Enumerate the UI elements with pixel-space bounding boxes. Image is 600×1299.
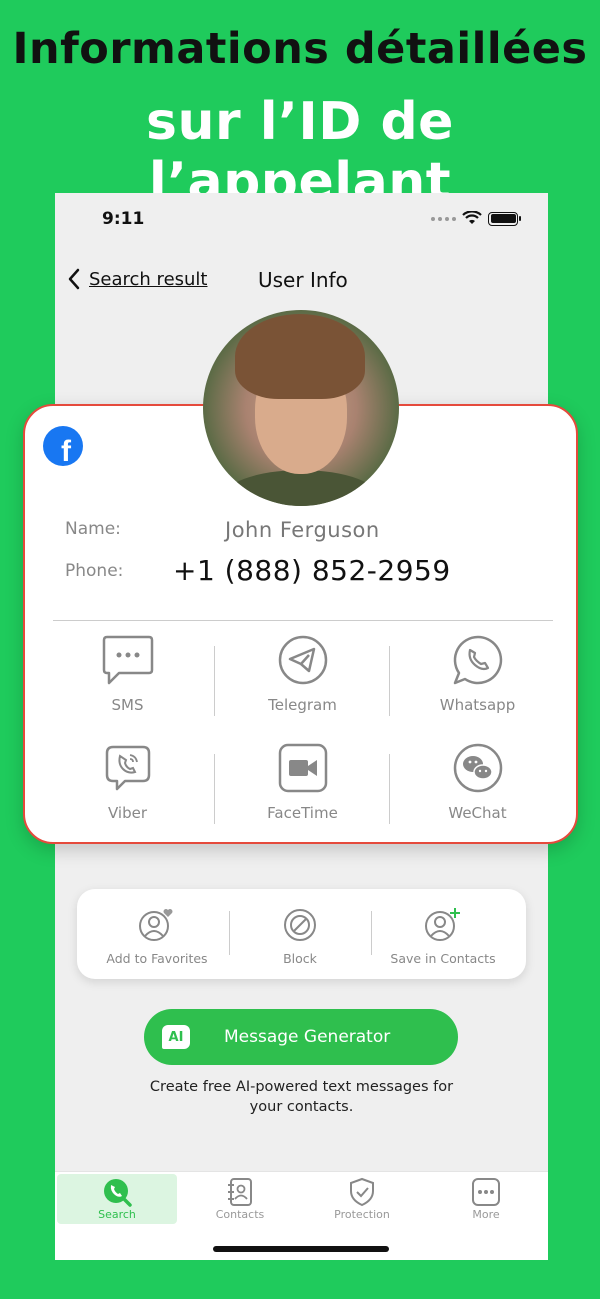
facetime-button[interactable]: FaceTime	[215, 740, 390, 822]
facebook-icon: f	[43, 426, 83, 466]
wechat-button[interactable]: WeChat	[390, 740, 565, 822]
tab-bar: Search Contacts Protection More	[55, 1171, 548, 1260]
battery-icon	[488, 211, 521, 226]
tab-more-label: More	[472, 1208, 500, 1221]
back-button[interactable]: Search result	[67, 268, 208, 290]
status-icons	[431, 211, 521, 226]
status-time: 9:11	[102, 209, 145, 229]
ai-chat-icon: AI	[162, 1025, 190, 1049]
signal-icon	[431, 216, 456, 221]
tab-protection-label: Protection	[334, 1208, 390, 1221]
add-to-favorites-label: Add to Favorites	[106, 951, 208, 966]
tab-search-label: Search	[98, 1208, 136, 1221]
sms-label: SMS	[111, 696, 144, 714]
block-button[interactable]: Block	[225, 889, 375, 979]
promo-title-line-1: Informations détaillées	[12, 24, 588, 74]
contact-phone[interactable]: +1 (888) 852-2959	[173, 554, 451, 587]
whatsapp-label: Whatsapp	[439, 696, 516, 714]
tab-search[interactable]: Search	[57, 1174, 177, 1224]
tab-more[interactable]: More	[426, 1174, 546, 1224]
wechat-icon	[453, 743, 502, 793]
add-contact-icon	[425, 908, 460, 941]
message-generator-description: Create free AI-powered text messages for…	[149, 1079, 454, 1115]
block-label: Block	[283, 951, 317, 966]
viber-label: Viber	[107, 804, 148, 822]
favorite-user-icon	[139, 909, 173, 941]
whatsapp-button[interactable]: Whatsapp	[390, 632, 565, 714]
back-label: Search result	[89, 268, 208, 290]
message-generator-button[interactable]: AI Message Generator	[144, 1009, 458, 1065]
save-in-contacts-label: Save in Contacts	[390, 951, 496, 966]
tab-contacts[interactable]: Contacts	[180, 1174, 300, 1224]
phone-search-icon	[104, 1179, 132, 1207]
telegram-label: Telegram	[268, 696, 337, 714]
sms-button[interactable]: SMS	[40, 632, 215, 714]
tab-contacts-label: Contacts	[215, 1208, 265, 1221]
contacts-icon	[228, 1178, 252, 1206]
page-title: User Info	[258, 268, 348, 292]
divider	[53, 620, 553, 621]
viber-icon	[105, 745, 150, 791]
add-to-favorites-button[interactable]: Add to Favorites	[82, 889, 232, 979]
contact-actions: Add to Favorites Block Save in Contacts	[77, 889, 526, 979]
sms-icon	[102, 635, 153, 685]
facetime-icon	[278, 743, 327, 793]
telegram-icon	[278, 635, 327, 685]
tab-protection[interactable]: Protection	[302, 1174, 422, 1224]
avatar	[203, 310, 399, 506]
telegram-button[interactable]: Telegram	[215, 632, 390, 714]
block-icon	[284, 909, 316, 941]
contact-name: John Ferguson	[225, 518, 380, 542]
phone-label: Phone:	[65, 561, 124, 581]
viber-button[interactable]: Viber	[40, 740, 215, 822]
name-label: Name:	[65, 519, 121, 539]
shield-icon	[350, 1177, 374, 1207]
home-indicator[interactable]	[213, 1246, 389, 1252]
whatsapp-icon	[453, 635, 502, 685]
chevron-left-icon	[68, 268, 80, 290]
more-icon	[472, 1178, 500, 1206]
wechat-label: WeChat	[448, 804, 507, 822]
save-in-contacts-button[interactable]: Save in Contacts	[368, 889, 518, 979]
message-generator-label: Message Generator	[224, 1027, 391, 1047]
facetime-label: FaceTime	[267, 804, 338, 822]
wifi-icon	[462, 211, 482, 224]
